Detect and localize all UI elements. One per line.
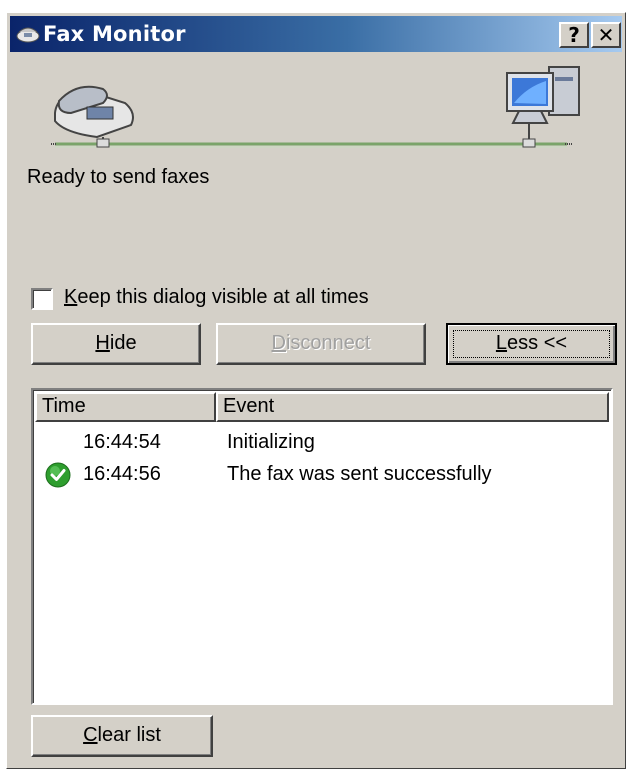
- column-header-time[interactable]: Time: [35, 392, 216, 422]
- disconnect-mnemonic: D: [271, 332, 286, 354]
- fax-machine-icon: [54, 85, 134, 148]
- help-button[interactable]: ?: [559, 22, 589, 48]
- close-button[interactable]: ✕: [591, 22, 621, 48]
- less-button[interactable]: Less <<: [446, 323, 617, 365]
- event-time: 16:44:54: [83, 431, 161, 453]
- clear-text: lear list: [97, 724, 161, 746]
- hide-button[interactable]: Hide: [31, 323, 201, 365]
- event-description: The fax was sent successfully: [227, 463, 492, 485]
- keep-visible-text: eep this dialog visible at all times: [77, 286, 369, 308]
- success-check-icon: [45, 462, 71, 488]
- event-list[interactable]: Time Event 16:44:54 Initializing 16:44:5…: [31, 388, 613, 705]
- list-item[interactable]: 16:44:56 The fax was sent successfully: [35, 460, 609, 492]
- clear-list-button[interactable]: Clear list: [31, 715, 213, 757]
- hide-mnemonic: H: [95, 332, 110, 354]
- fax-monitor-dialog: Fax Monitor ? ✕ Ready to send faxes Keep…: [6, 12, 626, 769]
- title-bar[interactable]: Fax Monitor ? ✕: [10, 16, 622, 52]
- event-description: Initializing: [227, 431, 315, 453]
- disconnect-button: Disconnect: [216, 323, 426, 365]
- keep-visible-mnemonic: K: [64, 286, 78, 308]
- clear-mnemonic: C: [83, 724, 98, 746]
- list-item[interactable]: 16:44:54 Initializing: [35, 428, 609, 460]
- status-text: Ready to send faxes: [27, 166, 210, 188]
- window-title: Fax Monitor: [43, 22, 186, 46]
- focus-rectangle: [453, 330, 610, 358]
- computer-icon: [506, 66, 580, 148]
- column-header-event[interactable]: Event: [216, 392, 609, 422]
- event-time: 16:44:56: [83, 463, 161, 485]
- hide-text: ide: [109, 332, 137, 354]
- connection-line: [51, 142, 573, 148]
- connection-illustration: [51, 66, 580, 148]
- fax-icon: [16, 27, 40, 43]
- disconnect-text: isconnect: [285, 332, 371, 354]
- keep-visible-checkbox[interactable]: [31, 288, 53, 310]
- keep-visible-label[interactable]: Keep this dialog visible at all times: [64, 286, 369, 309]
